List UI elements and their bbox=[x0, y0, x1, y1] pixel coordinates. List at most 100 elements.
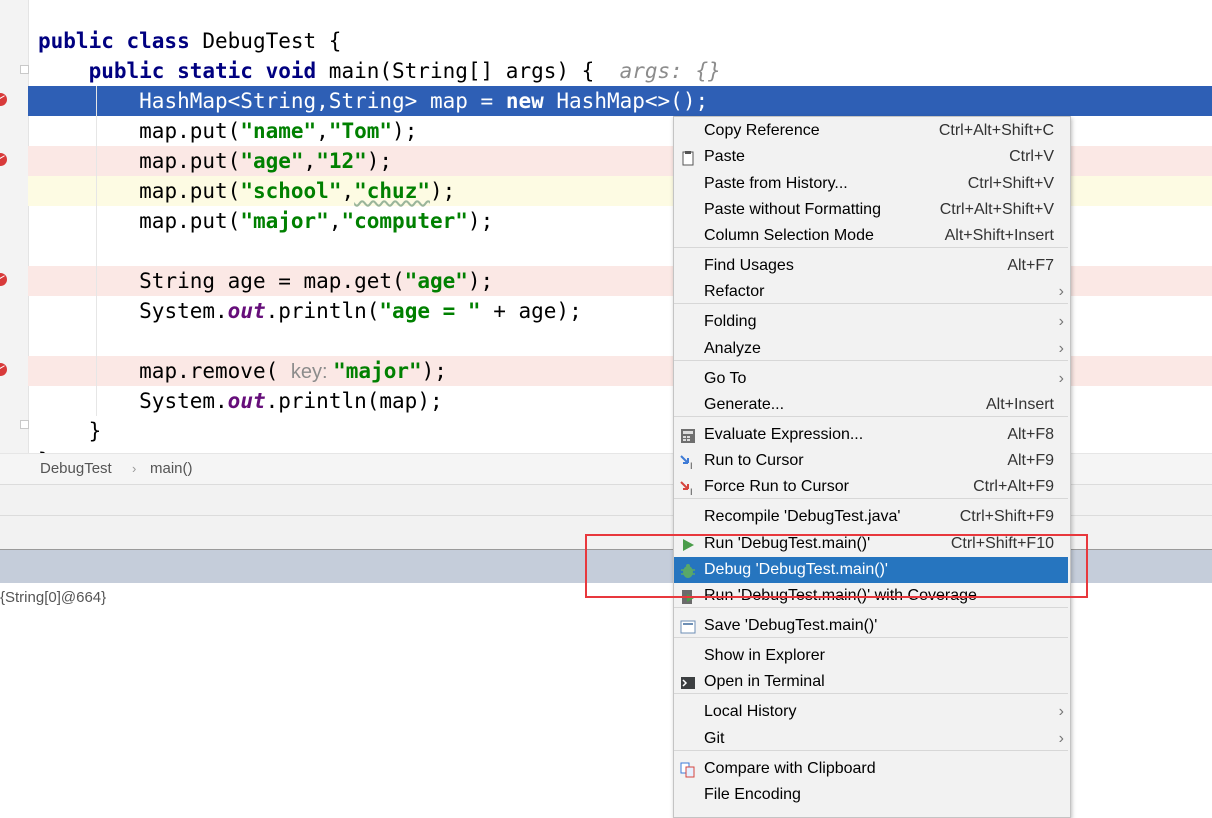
menu-item-shortcut: Ctrl+V bbox=[1009, 148, 1054, 165]
menu-item-generate[interactable]: Generate... Alt+Insert bbox=[674, 392, 1068, 418]
code-token: + age); bbox=[480, 299, 582, 323]
menu-item-label: Folding bbox=[704, 313, 757, 330]
menu-item-shortcut: Ctrl+Shift+F9 bbox=[959, 508, 1054, 525]
code-token: "major" bbox=[240, 209, 329, 233]
menu-item-debug-debugtest-main[interactable]: Debug 'DebugTest.main()' bbox=[674, 557, 1068, 583]
breakpoint-icon[interactable] bbox=[0, 363, 7, 376]
menu-item-show-in-explorer[interactable]: Show in Explorer bbox=[674, 643, 1068, 669]
code-token: map.put( bbox=[139, 119, 241, 143]
breadcrumb-method[interactable]: main() bbox=[150, 454, 193, 484]
menu-item-force-run-to-cursor[interactable]: I Force Run to Cursor Ctrl+Alt+F9 bbox=[674, 474, 1068, 500]
menu-item-shortcut: Ctrl+Shift+F10 bbox=[950, 535, 1054, 552]
code-token: main(String[] args) { bbox=[328, 59, 620, 83]
code-token: ); bbox=[429, 179, 456, 203]
current-execution-line[interactable]: HashMap<String,String> map = new HashMap… bbox=[28, 86, 1212, 116]
code-token: "age = " bbox=[379, 299, 481, 323]
submenu-arrow-icon: › bbox=[1058, 340, 1064, 357]
breadcrumb-class[interactable]: DebugTest bbox=[40, 454, 112, 484]
code-token: .println( bbox=[265, 299, 380, 323]
breakpoint-icon[interactable] bbox=[0, 273, 7, 286]
menu-item-label: Compare with Clipboard bbox=[704, 760, 876, 777]
menu-item-shortcut: Ctrl+Alt+F9 bbox=[973, 478, 1054, 495]
menu-item-run-to-cursor[interactable]: I Run to Cursor Alt+F9 bbox=[674, 448, 1068, 474]
menu-item-label: Local History bbox=[704, 703, 797, 720]
code-token: , bbox=[303, 149, 317, 173]
menu-item-copy-reference[interactable]: Copy Reference Ctrl+Alt+Shift+C bbox=[674, 118, 1068, 144]
menu-item-go-to[interactable]: Go To › bbox=[674, 366, 1068, 392]
menu-item-folding[interactable]: Folding › bbox=[674, 309, 1068, 335]
menu-item-label: Run 'DebugTest.main()' with Coverage bbox=[704, 587, 977, 604]
code-token: System. bbox=[139, 299, 228, 323]
breakpoint-icon[interactable] bbox=[0, 153, 7, 166]
code-token: map.put( bbox=[139, 179, 241, 203]
code-token: } bbox=[88, 419, 102, 443]
menu-item-find-usages[interactable]: Find Usages Alt+F7 bbox=[674, 253, 1068, 279]
code-line[interactable]: public static void main(String[] args) {… bbox=[28, 56, 1212, 86]
force-run-to-cursor-icon: I bbox=[680, 479, 696, 497]
code-token: , bbox=[341, 179, 355, 203]
code-token: out bbox=[227, 389, 266, 413]
menu-item-label: Paste without Formatting bbox=[704, 201, 881, 218]
menu-item-recompile-debugtest-java[interactable]: Recompile 'DebugTest.java' Ctrl+Shift+F9 bbox=[674, 504, 1068, 530]
menu-item-label: Show in Explorer bbox=[704, 647, 825, 664]
menu-item-analyze[interactable]: Analyze › bbox=[674, 336, 1068, 362]
menu-item-label: Go To bbox=[704, 370, 747, 387]
menu-item-label: Find Usages bbox=[704, 257, 794, 274]
menu-item-save-debugtest-main[interactable]: Save 'DebugTest.main()' bbox=[674, 613, 1068, 639]
menu-item-git[interactable]: Git › bbox=[674, 726, 1068, 752]
code-token: "school" bbox=[240, 179, 342, 203]
code-token: public static void bbox=[88, 59, 329, 83]
coverage-icon bbox=[680, 588, 696, 604]
menu-item-label: Run to Cursor bbox=[704, 452, 804, 469]
menu-item-paste[interactable]: Paste Ctrl+V bbox=[674, 144, 1068, 170]
menu-item-column-selection-mode[interactable]: Column Selection Mode Alt+Shift+Insert bbox=[674, 223, 1068, 249]
menu-item-label: File Encoding bbox=[704, 786, 801, 803]
code-token: public class bbox=[38, 29, 203, 53]
menu-item-shortcut: Alt+Shift+Insert bbox=[944, 227, 1054, 244]
breakpoint-icon[interactable] bbox=[0, 93, 7, 106]
submenu-arrow-icon: › bbox=[1058, 283, 1064, 300]
menu-item-label: Recompile 'DebugTest.java' bbox=[704, 508, 901, 525]
menu-item-label: Run 'DebugTest.main()' bbox=[704, 535, 871, 552]
menu-item-label: Save 'DebugTest.main()' bbox=[704, 617, 878, 634]
menu-item-file-encoding[interactable]: File Encoding bbox=[674, 782, 1068, 808]
parameter-hint: key: bbox=[290, 361, 334, 383]
variable-value[interactable]: {String[0]@664} bbox=[0, 589, 106, 606]
menu-item-open-in-terminal[interactable]: Open in Terminal bbox=[674, 669, 1068, 695]
editor-gutter[interactable] bbox=[0, 0, 29, 453]
menu-item-label: Generate... bbox=[704, 396, 785, 413]
code-token: DebugTest { bbox=[202, 29, 342, 53]
code-line[interactable]: public class DebugTest { bbox=[28, 26, 1212, 56]
menu-item-shortcut: Ctrl+Alt+Shift+V bbox=[939, 201, 1054, 218]
terminal-icon bbox=[680, 674, 696, 690]
code-token: "Tom" bbox=[328, 119, 393, 143]
code-token: "computer" bbox=[341, 209, 468, 233]
code-token: "name" bbox=[240, 119, 317, 143]
menu-item-run-debugtest-main-with-coverage[interactable]: Run 'DebugTest.main()' with Coverage bbox=[674, 583, 1068, 609]
menu-item-local-history[interactable]: Local History › bbox=[674, 699, 1068, 725]
menu-item-label: Force Run to Cursor bbox=[704, 478, 849, 495]
menu-item-paste-from-history[interactable]: Paste from History... Ctrl+Shift+V bbox=[674, 171, 1068, 197]
menu-item-run-debugtest-main[interactable]: Run 'DebugTest.main()' Ctrl+Shift+F10 bbox=[674, 531, 1068, 557]
menu-item-refactor[interactable]: Refactor › bbox=[674, 279, 1068, 305]
menu-item-shortcut: Ctrl+Alt+Shift+C bbox=[938, 122, 1054, 139]
menu-item-label: Paste from History... bbox=[704, 175, 848, 192]
menu-item-label: Paste bbox=[704, 148, 745, 165]
menu-item-compare-with-clipboard[interactable]: Compare with Clipboard bbox=[674, 756, 1068, 782]
code-token: out bbox=[227, 299, 266, 323]
menu-item-label: Column Selection Mode bbox=[704, 227, 874, 244]
menu-item-paste-without-formatting[interactable]: Paste without Formatting Ctrl+Alt+Shift+V bbox=[674, 197, 1068, 223]
code-token: "age" bbox=[240, 149, 304, 173]
submenu-arrow-icon: › bbox=[1058, 370, 1064, 387]
code-token: HashMap<>(); bbox=[556, 89, 709, 113]
menu-item-evaluate-expression[interactable]: Evaluate Expression... Alt+F8 bbox=[674, 422, 1068, 448]
menu-item-shortcut: Alt+F8 bbox=[1007, 426, 1054, 443]
debug-bug-icon bbox=[680, 562, 696, 578]
